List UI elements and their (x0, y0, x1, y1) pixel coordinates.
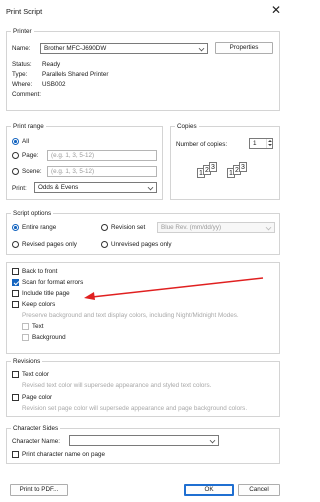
revision-set-select[interactable]: Blue Rev. (mm/dd/yy) (157, 222, 275, 233)
collate-page: 3 (239, 162, 247, 172)
copies-group: Copies Number of copies: 1 1 2 3 1 2 3 (170, 122, 280, 200)
type-value: Parallels Shared Printer (42, 71, 109, 78)
unrevised-pages-only-label[interactable]: Unrevised pages only (111, 240, 172, 249)
character-sides-group: Character Sides Character Name: Print ch… (6, 424, 280, 464)
printer-legend: Printer (11, 27, 34, 36)
character-sides-legend: Character Sides (11, 424, 61, 433)
text-color-label[interactable]: Text color (22, 370, 49, 379)
number-of-copies-stepper[interactable]: 1 (249, 138, 273, 149)
scene-range-input[interactable]: (e.g. 1, 3, 5-12) (47, 166, 157, 177)
keep-colors-label[interactable]: Keep colors (22, 300, 55, 309)
back-to-front-label[interactable]: Back to front (22, 267, 57, 276)
page-label[interactable]: Page: (22, 151, 38, 160)
preserve-colors-note: Preserve background and text display col… (22, 312, 239, 319)
number-of-copies-label: Number of copies: (176, 141, 228, 148)
scene-radio[interactable] (12, 168, 19, 175)
entire-range-radio[interactable] (12, 224, 19, 231)
page-radio[interactable] (12, 152, 19, 159)
revisions-legend: Revisions (11, 357, 43, 366)
print-character-name-label[interactable]: Print character name on page (22, 450, 105, 459)
printer-name-value: Brother MFC-J690DW (44, 45, 107, 52)
status-value: Ready (42, 61, 61, 68)
include-title-page-label[interactable]: Include title page (22, 289, 70, 298)
collate-page: 3 (209, 162, 217, 172)
stepper-arrows[interactable] (266, 139, 272, 148)
text-color-checkbox[interactable] (12, 371, 19, 378)
text-color-note: Revised text color will supersede appear… (22, 382, 212, 389)
entire-range-label[interactable]: Entire range (22, 223, 56, 232)
copies-legend: Copies (175, 122, 199, 131)
chevron-up-icon[interactable] (268, 140, 272, 142)
print-label: Print: (12, 185, 27, 192)
arrow-shaft (91, 277, 264, 298)
print-to-pdf-button[interactable]: Print to PDF... (10, 484, 68, 496)
print-select[interactable]: Odds & Evens (34, 182, 157, 193)
print-select-value: Odds & Evens (38, 184, 79, 191)
page-color-note: Revision set page color will supersede a… (22, 405, 248, 412)
dialog-title: Print Script (6, 7, 43, 16)
back-to-front-checkbox[interactable] (12, 268, 19, 275)
text-label[interactable]: Text (32, 322, 44, 331)
type-label: Type: (12, 71, 28, 78)
text-checkbox[interactable] (22, 323, 29, 330)
chevron-down-icon (265, 224, 272, 231)
revised-pages-only-label[interactable]: Revised pages only (22, 240, 77, 249)
scan-for-format-errors-label[interactable]: Scan for format errors (22, 278, 83, 287)
character-name-select[interactable] (69, 435, 219, 446)
revision-set-radio[interactable] (101, 224, 108, 231)
number-of-copies-value: 1 (253, 140, 257, 147)
page-range-input[interactable]: (e.g. 1, 3, 5-12) (47, 150, 157, 161)
revisions-group: Revisions Text color Revised text color … (6, 357, 280, 417)
annotation-arrow-icon (84, 277, 264, 300)
script-options-legend: Script options (11, 209, 54, 218)
print-range-legend: Print range (11, 122, 46, 131)
all-label[interactable]: All (22, 137, 29, 146)
printer-group: Printer Name: Brother MFC-J690DW Propert… (6, 27, 280, 111)
character-name-label: Character Name: (12, 438, 60, 445)
revision-set-label[interactable]: Revision set (111, 223, 145, 232)
background-label[interactable]: Background (32, 333, 66, 342)
where-label: Where: (12, 81, 33, 88)
print-character-name-checkbox[interactable] (12, 451, 19, 458)
cancel-button[interactable]: Cancel (238, 484, 280, 496)
unrevised-pages-only-radio[interactable] (101, 241, 108, 248)
printer-name-select[interactable]: Brother MFC-J690DW (40, 43, 208, 54)
printer-name-label: Name: (12, 45, 31, 52)
properties-button[interactable]: Properties (215, 42, 273, 54)
chevron-down-icon (209, 437, 216, 444)
chevron-down-icon[interactable] (268, 144, 272, 146)
revised-pages-only-radio[interactable] (12, 241, 19, 248)
ok-button[interactable]: OK (184, 484, 234, 496)
where-value: USB002 (42, 81, 66, 88)
page-color-label[interactable]: Page color (22, 393, 52, 402)
scene-label[interactable]: Scene: (22, 167, 42, 176)
script-options-group: Script options Entire range Revision set… (6, 209, 280, 255)
status-label: Status: (12, 61, 32, 68)
background-checkbox[interactable] (22, 334, 29, 341)
chevron-down-icon (198, 45, 205, 52)
chevron-down-icon (147, 184, 154, 191)
comment-label: Comment: (12, 91, 42, 98)
keep-colors-checkbox[interactable] (12, 301, 19, 308)
arrow-head (84, 292, 95, 300)
close-icon[interactable]: ✕ (271, 3, 281, 17)
print-range-group: Print range All Page: (e.g. 1, 3, 5-12) … (6, 122, 163, 200)
scan-for-format-errors-checkbox[interactable] (12, 279, 19, 286)
page-color-checkbox[interactable] (12, 394, 19, 401)
all-radio[interactable] (12, 138, 19, 145)
revision-set-value: Blue Rev. (mm/dd/yy) (161, 224, 222, 231)
include-title-page-checkbox[interactable] (12, 290, 19, 297)
